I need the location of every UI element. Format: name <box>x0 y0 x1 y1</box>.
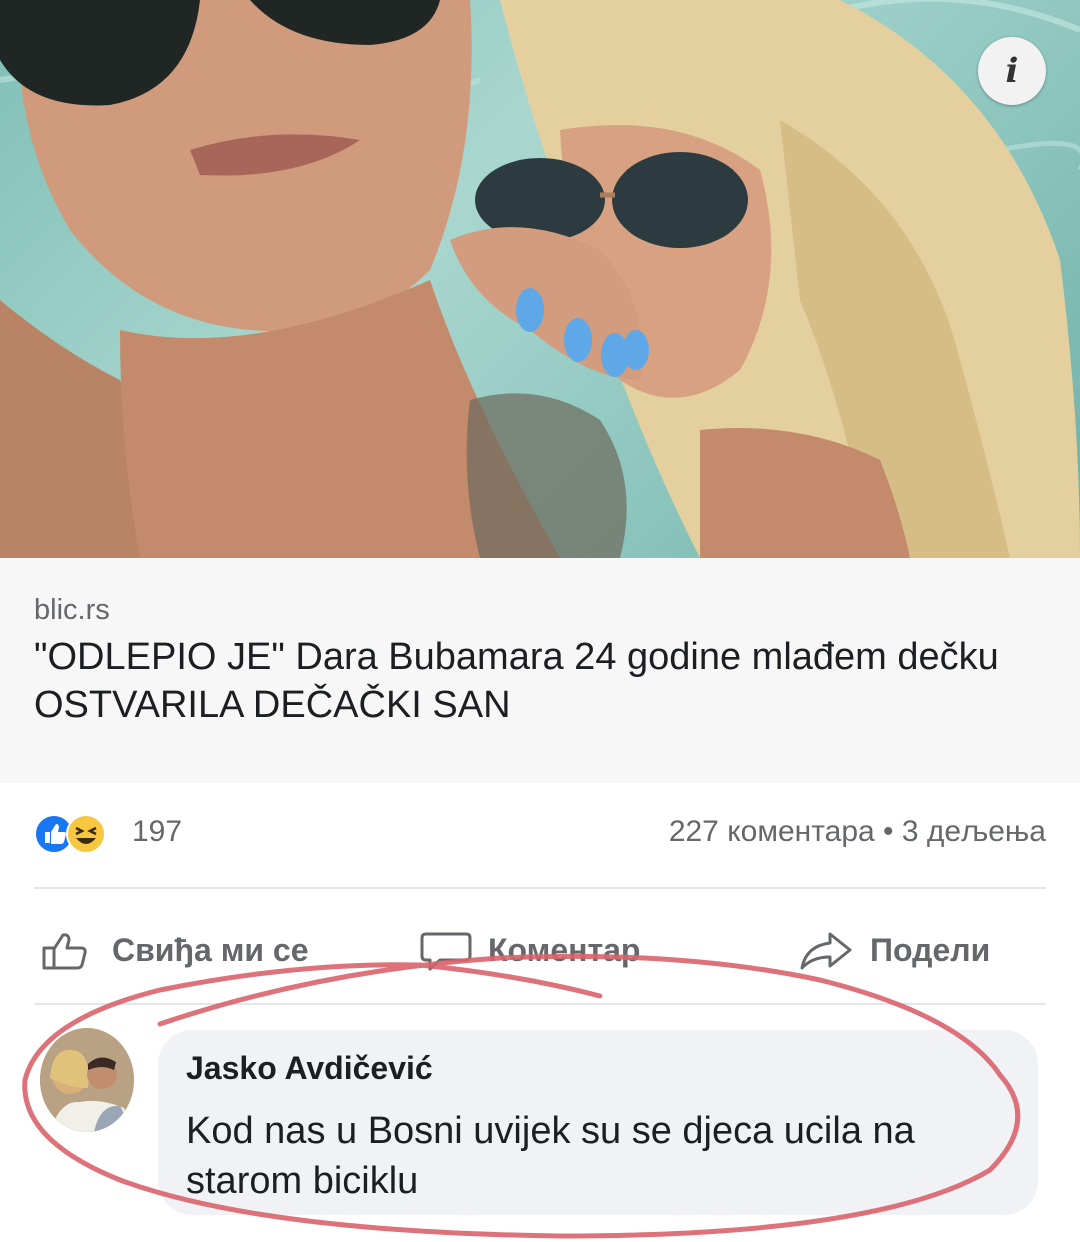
share-button-label: Подели <box>870 931 991 968</box>
comment-icon <box>420 932 472 971</box>
info-icon[interactable]: i <box>978 37 1046 105</box>
avatar[interactable] <box>40 1028 134 1132</box>
reaction-count[interactable]: 197 <box>132 815 182 849</box>
divider <box>34 887 1046 889</box>
comment-text: Kod nas u Bosni uvijek su se djeca ucila… <box>186 1110 915 1202</box>
comment-author[interactable]: Jasko Avdičević <box>186 1050 433 1087</box>
thumbs-up-icon <box>42 933 87 970</box>
like-button-label: Свиђа ми се <box>112 931 309 968</box>
post-photo[interactable]: i <box>0 0 1080 558</box>
like-button[interactable]: Свиђа ми се <box>40 925 309 975</box>
share-icon <box>800 932 852 970</box>
comments-shares-count[interactable]: 227 коментара • 3 дељења <box>669 815 1046 849</box>
link-source: blic.rs <box>34 594 110 626</box>
photo-illustration <box>0 0 1080 558</box>
divider <box>34 1003 1046 1005</box>
comment-button-label: Коментар <box>488 931 641 968</box>
comment-button[interactable]: Коментар <box>420 925 640 975</box>
link-headline[interactable]: "ODLEPIO JE" Dara Bubamara 24 godine mla… <box>34 633 1054 729</box>
haha-icon <box>66 814 106 854</box>
reaction-icons[interactable] <box>34 812 124 856</box>
share-button[interactable]: Подели <box>798 925 990 975</box>
